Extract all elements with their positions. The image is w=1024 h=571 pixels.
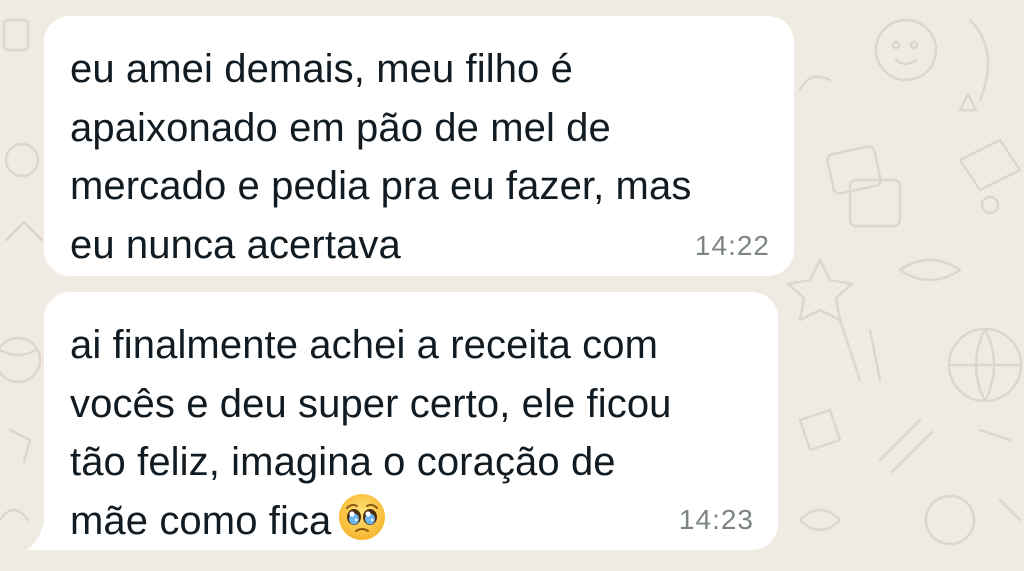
message-timestamp: 14:22 xyxy=(694,230,770,261)
message-line: vocês e deu super certo, ele ficou xyxy=(70,381,672,426)
message-text: ai finalmente achei a receita com vocês … xyxy=(70,316,672,550)
message-line: apaixonado em pão de mel de xyxy=(70,105,611,150)
message-bubble-incoming[interactable]: ai finalmente achei a receita com vocês … xyxy=(44,292,778,550)
message-line: mãe como fica xyxy=(70,498,332,543)
message-bubble-incoming[interactable]: eu amei demais, meu filho é apaixonado e… xyxy=(44,16,794,276)
message-line: eu nunca acertava xyxy=(70,222,401,267)
bubble-tail xyxy=(26,522,44,550)
message-line: ai finalmente achei a receita com xyxy=(70,323,659,367)
message-line: mercado e pedia pra eu fazer, mas xyxy=(70,164,692,208)
message-line: eu amei demais, meu filho é xyxy=(70,47,573,91)
chat-background: eu amei demais, meu filho é apaixonado e… xyxy=(0,0,1024,571)
message-text: eu amei demais, meu filho é apaixonado e… xyxy=(70,40,691,274)
message-timestamp: 14:23 xyxy=(678,504,754,535)
pleading-face-icon xyxy=(339,493,386,540)
message-line: tão feliz, imagina o coração de xyxy=(70,440,616,484)
